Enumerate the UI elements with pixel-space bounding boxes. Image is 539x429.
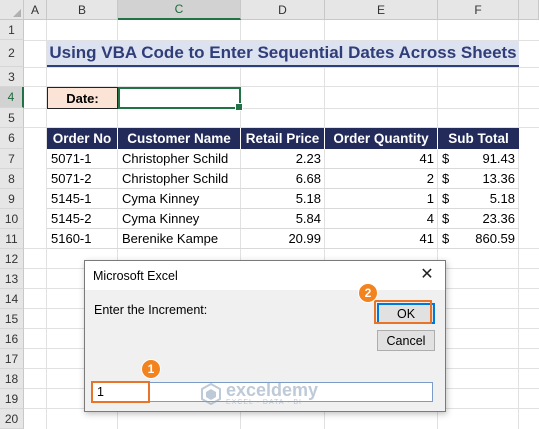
row-header-13[interactable]: 13 xyxy=(0,269,24,289)
exceldemy-logo-icon xyxy=(201,382,221,405)
cell-order-no[interactable]: 5145-1 xyxy=(47,189,118,209)
table-row: 5071-1 Christopher Schild 2.23 41 $91.43 xyxy=(47,149,519,169)
table-row: 5071-2 Christopher Schild 6.68 2 $13.36 xyxy=(47,169,519,189)
dialog-prompt: Enter the Increment: xyxy=(94,303,208,317)
row-header-17[interactable]: 17 xyxy=(0,349,24,369)
cell-order-quantity[interactable]: 2 xyxy=(325,169,438,189)
cell-retail-price[interactable]: 2.23 xyxy=(241,149,325,169)
table-row: 5145-1 Cyma Kinney 5.18 1 $5.18 xyxy=(47,189,519,209)
table-header-sub-total: Sub Total xyxy=(438,128,519,149)
table-body: 5071-1 Christopher Schild 2.23 41 $91.43… xyxy=(47,149,519,249)
table-row: 5145-2 Cyma Kinney 5.84 4 $23.36 xyxy=(47,209,519,229)
sheet-title: Using VBA Code to Enter Sequential Dates… xyxy=(47,41,519,67)
watermark-name: exceldemy xyxy=(226,380,319,400)
sub-total-value: 13.36 xyxy=(482,171,515,186)
currency-symbol: $ xyxy=(442,151,450,166)
row-header-16[interactable]: 16 xyxy=(0,329,24,349)
row-header-14[interactable]: 14 xyxy=(0,289,24,309)
column-header-e[interactable]: E xyxy=(325,0,438,20)
cell-customer-name[interactable]: Cyma Kinney xyxy=(118,209,241,229)
column-header-a[interactable]: A xyxy=(24,0,47,20)
cell-sub-total[interactable]: $860.59 xyxy=(438,229,519,249)
step-badge-1: 1 xyxy=(141,359,161,379)
sub-total-value: 23.36 xyxy=(482,211,515,226)
dialog-title-bar[interactable]: Microsoft Excel ✕ xyxy=(85,261,445,290)
exceldemy-watermark: exceldemy EXCEL · DATA · BI xyxy=(200,381,318,406)
table-header-customer-name: Customer Name xyxy=(118,128,241,149)
cell-sub-total[interactable]: $5.18 xyxy=(438,189,519,209)
table-row: 5160-1 Berenike Kampe 20.99 41 $860.59 xyxy=(47,229,519,249)
gridline-horizontal xyxy=(24,67,539,68)
cell-customer-name[interactable]: Christopher Schild xyxy=(118,169,241,189)
currency-symbol: $ xyxy=(442,231,450,246)
cell-order-quantity[interactable]: 41 xyxy=(325,149,438,169)
input-highlight xyxy=(91,381,150,403)
table-header-retail-price: Retail Price xyxy=(241,128,325,149)
dialog-title: Microsoft Excel xyxy=(93,268,178,283)
sub-total-value: 5.18 xyxy=(489,191,515,206)
cell-retail-price[interactable]: 5.18 xyxy=(241,189,325,209)
cancel-button[interactable]: Cancel xyxy=(377,330,435,351)
close-icon[interactable]: ✕ xyxy=(419,267,435,283)
column-header-c[interactable]: C xyxy=(118,0,241,20)
cell-retail-price[interactable]: 6.68 xyxy=(241,169,325,189)
table-header-order-no: Order No xyxy=(47,128,118,149)
cell-customer-name[interactable]: Berenike Kampe xyxy=(118,229,241,249)
cell-order-quantity[interactable]: 41 xyxy=(325,229,438,249)
row-header-19[interactable]: 19 xyxy=(0,389,24,409)
column-header-b[interactable]: B xyxy=(47,0,118,20)
row-header-2[interactable]: 2 xyxy=(0,40,24,67)
row-header-10[interactable]: 10 xyxy=(0,209,24,229)
currency-symbol: $ xyxy=(442,171,450,186)
column-header-blank xyxy=(519,0,539,20)
sub-total-value: 91.43 xyxy=(482,151,515,166)
row-header-3[interactable]: 3 xyxy=(0,67,24,87)
sub-total-value: 860.59 xyxy=(475,231,515,246)
cell-sub-total[interactable]: $91.43 xyxy=(438,149,519,169)
date-cell[interactable] xyxy=(118,87,243,111)
cell-sub-total[interactable]: $13.36 xyxy=(438,169,519,189)
cell-retail-price[interactable]: 5.84 xyxy=(241,209,325,229)
column-header-f[interactable]: F xyxy=(438,0,519,20)
row-header-1[interactable]: 1 xyxy=(0,20,24,40)
select-all-corner[interactable] xyxy=(0,0,24,20)
cell-order-no[interactable]: 5071-1 xyxy=(47,149,118,169)
cell-order-no[interactable]: 5071-2 xyxy=(47,169,118,189)
row-header-4[interactable]: 4 xyxy=(0,87,24,108)
row-header-15[interactable]: 15 xyxy=(0,309,24,329)
cell-order-no[interactable]: 5145-2 xyxy=(47,209,118,229)
row-header-6[interactable]: 6 xyxy=(0,128,24,149)
step-badge-2: 2 xyxy=(358,283,378,303)
cell-customer-name[interactable]: Christopher Schild xyxy=(118,149,241,169)
cell-sub-total[interactable]: $23.36 xyxy=(438,209,519,229)
date-label: Date: xyxy=(47,87,118,109)
row-header-9[interactable]: 9 xyxy=(0,189,24,209)
cell-order-quantity[interactable]: 1 xyxy=(325,189,438,209)
table-header-order-quantity: Order Quantity xyxy=(325,128,438,149)
row-header-11[interactable]: 11 xyxy=(0,229,24,249)
row-header-18[interactable]: 18 xyxy=(0,369,24,389)
row-header-8[interactable]: 8 xyxy=(0,169,24,189)
watermark-tagline: EXCEL · DATA · BI xyxy=(226,399,302,406)
currency-symbol: $ xyxy=(442,211,450,226)
cell-customer-name[interactable]: Cyma Kinney xyxy=(118,189,241,209)
row-header-7[interactable]: 7 xyxy=(0,149,24,169)
column-header-d[interactable]: D xyxy=(241,0,325,20)
row-header-12[interactable]: 12 xyxy=(0,249,24,269)
row-header-5[interactable]: 5 xyxy=(0,108,24,128)
cell-order-no[interactable]: 5160-1 xyxy=(47,229,118,249)
currency-symbol: $ xyxy=(442,191,450,206)
ok-button-highlight xyxy=(374,300,432,324)
row-header-20[interactable]: 20 xyxy=(0,409,24,429)
cell-retail-price[interactable]: 20.99 xyxy=(241,229,325,249)
cell-order-quantity[interactable]: 4 xyxy=(325,209,438,229)
